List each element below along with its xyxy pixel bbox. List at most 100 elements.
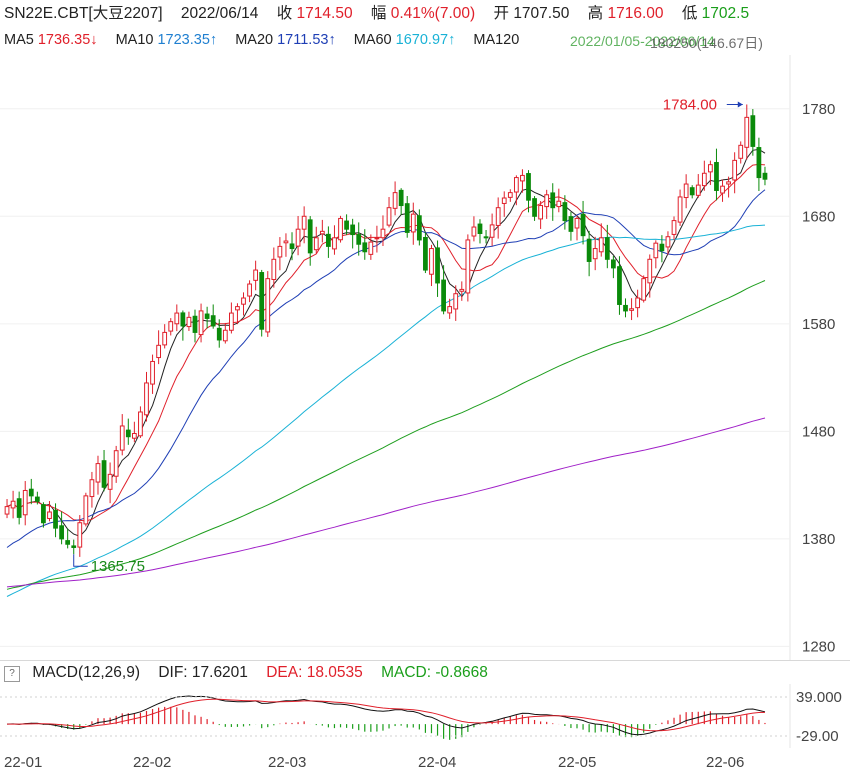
candle-body	[653, 242, 659, 259]
candle-body	[338, 217, 343, 241]
close-label: 收	[276, 5, 293, 22]
x-axis: 22-01 22-02 22-03 22-04 22-05 22-06	[0, 748, 850, 782]
change-label: 幅	[370, 5, 387, 22]
candle-body	[611, 259, 616, 269]
ma60-label: MA60	[353, 32, 392, 48]
symbol-label: SN22E.CBT[大豆2207]	[4, 5, 163, 22]
macd-title: MACD(12,26,9)	[32, 664, 140, 681]
y-tick-label: 1280	[802, 638, 835, 655]
dif-line	[6, 695, 766, 736]
x-tick-label: 22-06	[706, 754, 745, 771]
candle-body	[150, 360, 155, 385]
candle-body	[520, 174, 525, 182]
candle-body	[95, 463, 101, 483]
candle-body	[380, 228, 386, 239]
candle-body	[659, 243, 665, 252]
candle-body	[198, 310, 204, 336]
candle-body	[453, 293, 459, 310]
candle-body	[83, 495, 89, 525]
ma-legend: MA5 1736.35↓ MA10 1723.35↑ MA20 1711.53↑…	[4, 31, 519, 49]
candle-body	[235, 306, 240, 311]
candle-body	[526, 173, 531, 201]
candle-body	[192, 315, 198, 333]
candle-body	[744, 116, 750, 148]
macd-chart[interactable]: 39.000 -29.00	[0, 684, 850, 748]
candle-body	[356, 234, 362, 245]
candle-body	[22, 489, 28, 516]
x-tick-label: 22-03	[268, 754, 307, 771]
candle-body	[708, 164, 713, 173]
candle-body	[598, 237, 604, 253]
candle-body	[532, 198, 537, 217]
low-value: 1702.5	[701, 5, 750, 22]
x-tick-label: 22-02	[133, 754, 172, 771]
candle-body	[459, 288, 465, 292]
min-arrow	[73, 554, 88, 567]
candle-body	[4, 506, 10, 515]
ma5-line	[6, 148, 766, 537]
candle-body	[714, 162, 719, 191]
y-tick-label: 1580	[802, 316, 835, 333]
panel-divider	[0, 660, 850, 661]
candle-body	[222, 329, 228, 342]
candle-body	[332, 237, 337, 250]
change-value: 0.41%(7.00)	[390, 5, 476, 22]
candle-body	[635, 297, 641, 309]
x-tick-label: 22-01	[4, 754, 43, 771]
candle-body	[677, 196, 683, 223]
candle-body	[750, 115, 756, 147]
candle-body	[489, 224, 495, 238]
candle-body	[556, 200, 562, 208]
candle-body	[483, 236, 489, 239]
low-label: 低	[681, 5, 698, 22]
high-value: 1716.00	[607, 5, 664, 22]
candle-body	[538, 205, 543, 220]
y-tick-label: 1680	[802, 208, 835, 225]
candle-body	[732, 159, 738, 181]
candle-body	[726, 181, 731, 185]
candle-body	[465, 239, 471, 294]
open-label: 开	[493, 5, 509, 22]
candle-body	[162, 331, 168, 346]
y-tick-label: 1380	[802, 531, 835, 548]
candle-body	[689, 187, 695, 196]
candle-body	[174, 312, 180, 325]
collapse-icon[interactable]: ?	[4, 666, 20, 682]
ma10-line	[6, 163, 766, 522]
x-tick-label: 22-05	[558, 754, 597, 771]
candle-body	[629, 308, 634, 311]
candle-body	[647, 258, 653, 284]
candle-body	[247, 283, 252, 297]
min-price-label: 1365.75	[91, 558, 145, 575]
candle-body	[241, 297, 246, 305]
max-arrow-head	[737, 101, 743, 108]
candle-body	[435, 247, 440, 284]
ma60-value: 1670.97↑	[395, 32, 456, 48]
candle-body	[471, 226, 477, 237]
candle-body	[277, 245, 283, 258]
candle-body	[28, 488, 34, 497]
candle-body	[641, 278, 647, 301]
candle-body	[544, 194, 550, 208]
candle-body	[10, 500, 16, 509]
candle-body	[410, 213, 416, 233]
candle-body	[398, 189, 404, 207]
max-price-label: 1784.00	[663, 96, 717, 113]
candle-body	[119, 425, 125, 451]
candle-body	[507, 192, 513, 198]
candle-body	[101, 460, 107, 488]
candle-body	[34, 496, 40, 502]
macd-y-tick-label: -29.00	[796, 728, 839, 745]
price-chart[interactable]: 1780 1680 1580 1480 1380 1280 1784.00 1365.75	[0, 55, 850, 660]
candle-body	[307, 219, 313, 254]
candle-body	[301, 215, 307, 230]
candle-body	[665, 236, 671, 248]
candle-body	[253, 269, 259, 281]
candle-body	[513, 177, 519, 193]
candle-body	[580, 213, 586, 237]
candle-body	[265, 278, 271, 333]
range-overlay-text-2: 180250(146.67日)	[650, 35, 763, 51]
candle-body	[423, 236, 428, 271]
candle-body	[362, 242, 368, 253]
candle-body	[313, 237, 319, 251]
